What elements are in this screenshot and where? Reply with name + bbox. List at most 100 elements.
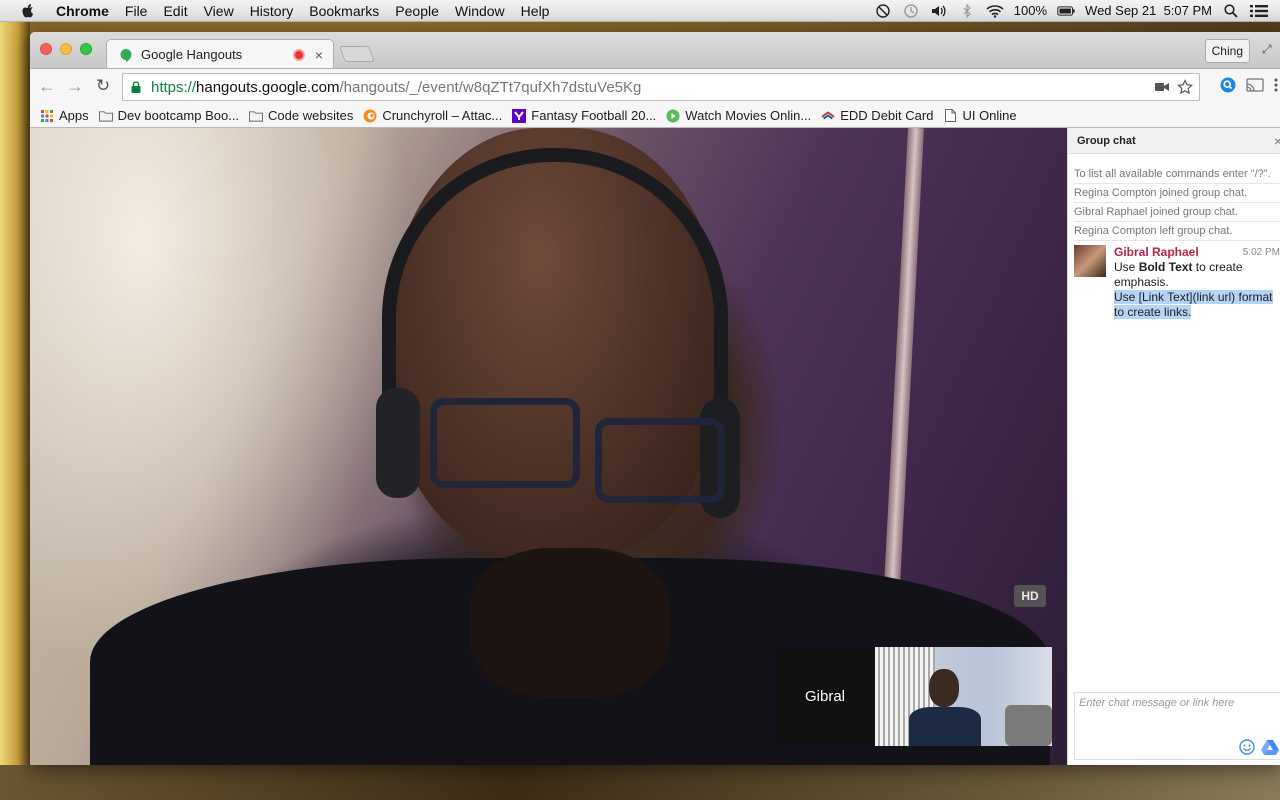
do-not-disturb-icon[interactable] <box>874 3 892 19</box>
chrome-window: Google Hangouts × Ching ⤢ ← → ↻ https://… <box>30 32 1280 765</box>
menubar-clock[interactable]: Wed Sep 21 5:07 PM <box>1085 3 1212 18</box>
notification-center-icon[interactable] <box>1250 3 1268 19</box>
cast-icon[interactable] <box>1246 78 1264 92</box>
bookmark-edd-debit-card[interactable]: EDD Debit Card <box>821 108 933 123</box>
bookmark-star-icon[interactable] <box>1177 79 1193 95</box>
message-bold-text: Bold Text <box>1138 260 1193 274</box>
bookmark-label: Apps <box>59 108 89 123</box>
chat-close-icon[interactable]: × <box>1274 133 1280 149</box>
hangouts-favicon-icon <box>120 48 132 62</box>
profile-button[interactable]: Ching <box>1204 39 1250 63</box>
secure-lock-icon[interactable] <box>131 81 141 93</box>
desktop-wallpaper <box>0 22 30 800</box>
bookmark-watch-movies[interactable]: Watch Movies Onlin... <box>666 108 811 123</box>
main-video-feed[interactable]: HD Gibral <box>30 128 1067 765</box>
back-arrow-icon[interactable]: ← <box>38 77 56 95</box>
bookmark-label: Dev bootcamp Boo... <box>117 108 240 123</box>
bookmark-fantasy-football[interactable]: Fantasy Football 20... <box>512 108 656 123</box>
bookmark-dev-bootcamp[interactable]: Dev bootcamp Boo... <box>98 108 240 123</box>
self-view-chair <box>1005 705 1052 746</box>
window-minimize-button[interactable] <box>60 43 72 55</box>
fullscreen-icon[interactable]: ⤢ <box>1262 42 1276 56</box>
tab-title: Google Hangouts <box>141 47 243 62</box>
video-glasses-right <box>595 418 725 503</box>
message-text-line2: Use [Link Text](link url) format to crea… <box>1114 290 1280 320</box>
menu-bookmarks[interactable]: Bookmarks <box>301 0 387 22</box>
camera-in-use-icon[interactable] <box>1155 82 1169 92</box>
forward-arrow-icon[interactable]: → <box>66 77 84 95</box>
video-glasses-left <box>430 398 580 488</box>
tab-strip: Google Hangouts × Ching ⤢ <box>30 32 1280 69</box>
battery-percent: 100% <box>1013 3 1048 18</box>
reload-icon[interactable]: ↻ <box>94 77 112 95</box>
menu-file[interactable]: File <box>117 0 156 22</box>
self-view-body <box>909 707 981 746</box>
chat-message-input[interactable]: Enter chat message or link here <box>1074 692 1280 760</box>
macos-menubar: Chrome File Edit View History Bookmarks … <box>0 0 1280 22</box>
system-message: To list all available commands enter "/?… <box>1074 165 1280 184</box>
message-highlighted-text: Use [Link Text](link url) format to crea… <box>1114 290 1273 319</box>
extension-search-icon[interactable] <box>1220 77 1236 93</box>
bookmark-label: Code websites <box>268 108 354 123</box>
self-view-head <box>929 669 959 707</box>
bookmark-apps[interactable]: Apps <box>40 108 89 123</box>
bookmark-label: Watch Movies Onlin... <box>685 108 812 123</box>
chat-title: Group chat <box>1077 134 1136 147</box>
apps-grid-icon <box>40 109 54 123</box>
bookmark-label: Crunchyroll – Attac... <box>382 108 503 123</box>
system-message: Regina Compton left group chat. <box>1074 222 1280 241</box>
bookmark-crunchyroll[interactable]: Crunchyroll – Attac... <box>363 108 502 123</box>
crunchyroll-icon <box>363 109 377 123</box>
message-text-line1: Use Bold Text to create emphasis. <box>1114 260 1280 290</box>
emoji-icon[interactable] <box>1239 739 1255 755</box>
bookmark-code-websites[interactable]: Code websites <box>249 108 353 123</box>
menu-edit[interactable]: Edit <box>155 0 195 22</box>
avatar[interactable] <box>1074 245 1106 277</box>
participant-filmstrip: Gibral <box>775 647 1052 746</box>
window-zoom-button[interactable] <box>80 43 92 55</box>
menu-history[interactable]: History <box>242 0 302 22</box>
address-bar[interactable]: https:// hangouts.google.com /hangouts/_… <box>122 73 1200 101</box>
apple-menu-icon[interactable] <box>20 3 36 19</box>
menu-window[interactable]: Window <box>447 0 513 22</box>
chat-input-icons <box>1239 739 1279 755</box>
spotlight-search-icon[interactable] <box>1222 3 1240 19</box>
page-icon <box>943 109 957 123</box>
folder-icon <box>98 109 113 123</box>
self-view-thumbnail[interactable] <box>875 647 1052 746</box>
chat-input-placeholder: Enter chat message or link here <box>1079 697 1235 709</box>
tab-google-hangouts[interactable]: Google Hangouts × <box>106 39 334 69</box>
volume-icon[interactable] <box>930 3 948 19</box>
menu-help[interactable]: Help <box>513 0 558 22</box>
bank-icon <box>821 109 835 123</box>
message-text: Use <box>1114 260 1139 274</box>
window-close-button[interactable] <box>40 43 52 55</box>
system-message: Gibral Raphael joined group chat. <box>1074 203 1280 222</box>
hd-badge[interactable]: HD <box>1014 585 1046 607</box>
message-author[interactable]: Gibral Raphael <box>1114 245 1199 260</box>
chrome-menu-icon[interactable] <box>1274 78 1278 92</box>
system-message: Regina Compton joined group chat. <box>1074 184 1280 203</box>
wifi-icon[interactable] <box>986 3 1004 19</box>
drive-icon[interactable] <box>1261 739 1279 755</box>
chat-message-body: Gibral Raphael 5:02 PM Use Bold Text to … <box>1114 245 1280 320</box>
browser-toolbar: ← → ↻ https:// hangouts.google.com /hang… <box>30 68 1280 104</box>
bookmark-ui-online[interactable]: UI Online <box>943 108 1017 123</box>
recording-indicator-icon <box>293 48 305 61</box>
bookmarks-bar: Apps Dev bootcamp Boo... Code websites C… <box>30 104 1280 128</box>
bookmark-label: UI Online <box>962 108 1017 123</box>
menu-view[interactable]: View <box>196 0 242 22</box>
video-person-beard <box>470 548 670 698</box>
chat-message: Gibral Raphael 5:02 PM Use Bold Text to … <box>1068 241 1280 320</box>
time-machine-icon[interactable] <box>902 3 920 19</box>
bluetooth-icon[interactable] <box>958 3 976 19</box>
battery-icon[interactable] <box>1057 3 1075 19</box>
new-tab-button[interactable] <box>339 46 375 62</box>
omnibox-actions <box>1155 79 1199 95</box>
yahoo-icon <box>512 108 527 123</box>
folder-icon <box>249 109 264 123</box>
menu-app-chrome[interactable]: Chrome <box>48 0 117 22</box>
tab-close-icon[interactable]: × <box>313 47 325 63</box>
participant-tile-gibral[interactable]: Gibral <box>775 647 875 746</box>
menu-people[interactable]: People <box>387 0 447 22</box>
